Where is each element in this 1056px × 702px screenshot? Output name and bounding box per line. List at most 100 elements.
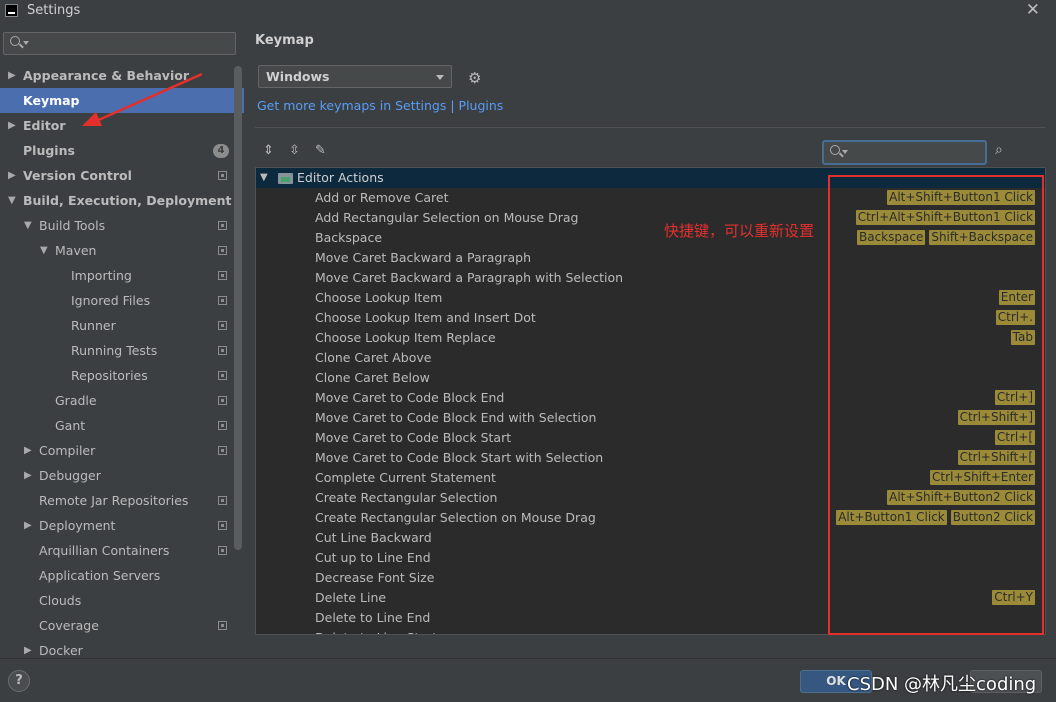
sidebar-item[interactable]: Arquillian Containers xyxy=(0,538,244,563)
list-scrollbar[interactable] xyxy=(1045,189,1046,235)
sidebar-item-label: Build Tools xyxy=(39,218,106,233)
collapsed-arrow-icon[interactable]: ▶ xyxy=(24,463,32,488)
sidebar-item[interactable]: Coverage xyxy=(0,613,244,638)
sidebar-scrollbar[interactable] xyxy=(234,66,242,550)
search-history-caret-icon[interactable] xyxy=(23,41,29,45)
project-level-icon xyxy=(218,221,227,230)
sidebar-item-label: Runner xyxy=(71,318,116,333)
action-name: Clone Caret Above xyxy=(315,350,432,365)
settings-sidebar: ▶ Appearance & Behavior Keymap ▶ Editor Plugi… xyxy=(0,22,244,658)
sidebar-item[interactable]: Remote Jar Repositories xyxy=(0,488,244,513)
sidebar-item[interactable]: ▶ Compiler xyxy=(0,438,244,463)
collapsed-arrow-icon[interactable]: ▶ xyxy=(8,63,16,88)
action-name: Decrease Font Size xyxy=(315,570,435,585)
sidebar-item[interactable]: Running Tests xyxy=(0,338,244,363)
red-box-annotation xyxy=(828,175,1044,635)
sidebar-item-label: Repositories xyxy=(71,368,148,383)
sidebar-item[interactable]: Ignored Files xyxy=(0,288,244,313)
sidebar-item-label: Coverage xyxy=(39,618,99,633)
action-name: Cut Line Backward xyxy=(315,530,432,545)
search-history-caret-icon xyxy=(842,150,848,154)
project-level-icon xyxy=(218,421,227,430)
collapsed-arrow-icon[interactable]: ▶ xyxy=(8,113,16,138)
sidebar-item-label: Remote Jar Repositories xyxy=(39,493,189,508)
project-level-icon xyxy=(218,246,227,255)
project-level-icon xyxy=(218,346,227,355)
sidebar-item-label: Build, Execution, Deployment xyxy=(23,193,232,208)
collapsed-arrow-icon[interactable]: ▶ xyxy=(24,513,32,538)
group-label: Editor Actions xyxy=(297,170,384,185)
project-level-icon xyxy=(218,271,227,280)
expand-all-icon[interactable]: ⇕ xyxy=(263,143,274,158)
expanded-arrow-icon[interactable]: ▼ xyxy=(24,213,32,238)
expanded-arrow-icon[interactable]: ▼ xyxy=(8,188,16,213)
action-name: Move Caret Backward a Paragraph xyxy=(315,250,532,265)
action-name: Move Caret to Code Block End with Select… xyxy=(315,410,597,425)
sidebar-item-label: Ignored Files xyxy=(71,293,151,308)
sidebar-item[interactable]: Clouds xyxy=(0,588,244,613)
action-name: Delete to Line End xyxy=(315,610,431,625)
action-name: Add Rectangular Selection on Mouse Drag xyxy=(315,210,579,225)
project-level-icon xyxy=(218,546,227,555)
sidebar-item[interactable]: ▼ Build Tools xyxy=(0,213,244,238)
sidebar-item[interactable]: ▶ Deployment xyxy=(0,513,244,538)
sidebar-item-label: Version Control xyxy=(23,168,132,183)
sidebar-item[interactable]: Plugins 4 xyxy=(0,138,244,163)
action-name: Backspace xyxy=(315,230,383,245)
help-button[interactable]: ? xyxy=(8,670,30,692)
settings-search-input[interactable] xyxy=(3,32,236,55)
get-more-keymaps-link[interactable]: Get more keymaps in Settings | Plugins xyxy=(257,98,503,113)
sidebar-item[interactable]: Importing xyxy=(0,263,244,288)
plugins-update-badge: 4 xyxy=(213,144,229,158)
collapsed-arrow-icon[interactable]: ▶ xyxy=(24,438,32,463)
collapsed-arrow-icon[interactable]: ▶ xyxy=(8,163,16,188)
project-level-icon xyxy=(218,496,227,505)
action-name: Choose Lookup Item and Insert Dot xyxy=(315,310,536,325)
sidebar-item-label: Application Servers xyxy=(39,568,161,583)
sidebar-item[interactable]: ▶ Docker xyxy=(0,638,244,658)
expanded-arrow-icon[interactable]: ▼ xyxy=(40,238,48,263)
project-level-icon xyxy=(218,521,227,530)
edit-icon[interactable]: ✎ xyxy=(315,143,326,158)
action-name: Move Caret to Code Block End xyxy=(315,390,505,405)
sidebar-item[interactable]: ▶ Debugger xyxy=(0,463,244,488)
project-level-icon xyxy=(218,371,227,380)
action-name: Cut up to Line End xyxy=(315,550,431,565)
sidebar-item[interactable]: Gradle xyxy=(0,388,244,413)
find-by-shortcut-icon[interactable]: ⌕ xyxy=(995,142,1003,158)
sidebar-item[interactable]: ▼ Build, Execution, Deployment xyxy=(0,188,244,213)
action-name: Move Caret to Code Block Start xyxy=(315,430,512,445)
action-name: Create Rectangular Selection on Mouse Dr… xyxy=(315,510,596,525)
sidebar-item[interactable]: Repositories xyxy=(0,363,244,388)
gear-icon[interactable]: ⚙ xyxy=(468,69,481,87)
action-search-input[interactable] xyxy=(822,140,987,165)
keymap-panel: Keymap Windows ⚙ Get more keymaps in Set… xyxy=(244,22,1056,658)
dialog-footer: ? OK CSDN @林凡尘coding xyxy=(0,658,1056,702)
sidebar-item-label: Importing xyxy=(71,268,132,283)
settings-tree: ▶ Appearance & Behavior Keymap ▶ Editor Plugi… xyxy=(0,63,244,658)
close-icon[interactable]: ✕ xyxy=(1026,0,1040,20)
project-level-icon xyxy=(218,446,227,455)
sidebar-item[interactable]: Gant xyxy=(0,413,244,438)
sidebar-item-label: Arquillian Containers xyxy=(39,543,170,558)
folder-icon xyxy=(278,173,293,184)
action-name: Clone Caret Below xyxy=(315,370,430,385)
collapsed-arrow-icon[interactable]: ▶ xyxy=(24,638,32,658)
chevron-down-icon xyxy=(436,75,444,80)
intellij-app-icon xyxy=(5,4,18,17)
project-level-icon xyxy=(218,321,227,330)
title-bar: Settings ✕ xyxy=(0,0,1056,22)
keymap-scheme-value: Windows xyxy=(266,69,330,84)
project-level-icon xyxy=(218,396,227,405)
sidebar-item[interactable]: ▼ Maven xyxy=(0,238,244,263)
sidebar-item[interactable]: ▶ Version Control xyxy=(0,163,244,188)
keymap-scheme-select[interactable]: Windows xyxy=(258,65,452,88)
action-name: Delete Line xyxy=(315,590,387,605)
sidebar-item[interactable]: Runner xyxy=(0,313,244,338)
collapse-all-icon[interactable]: ⇳ xyxy=(289,143,300,158)
sidebar-item[interactable]: Application Servers xyxy=(0,563,244,588)
expanded-arrow-icon[interactable]: ▼ xyxy=(260,168,268,188)
sidebar-item-label: Plugins xyxy=(23,143,75,158)
project-level-icon xyxy=(218,171,227,180)
search-icon xyxy=(10,36,20,46)
